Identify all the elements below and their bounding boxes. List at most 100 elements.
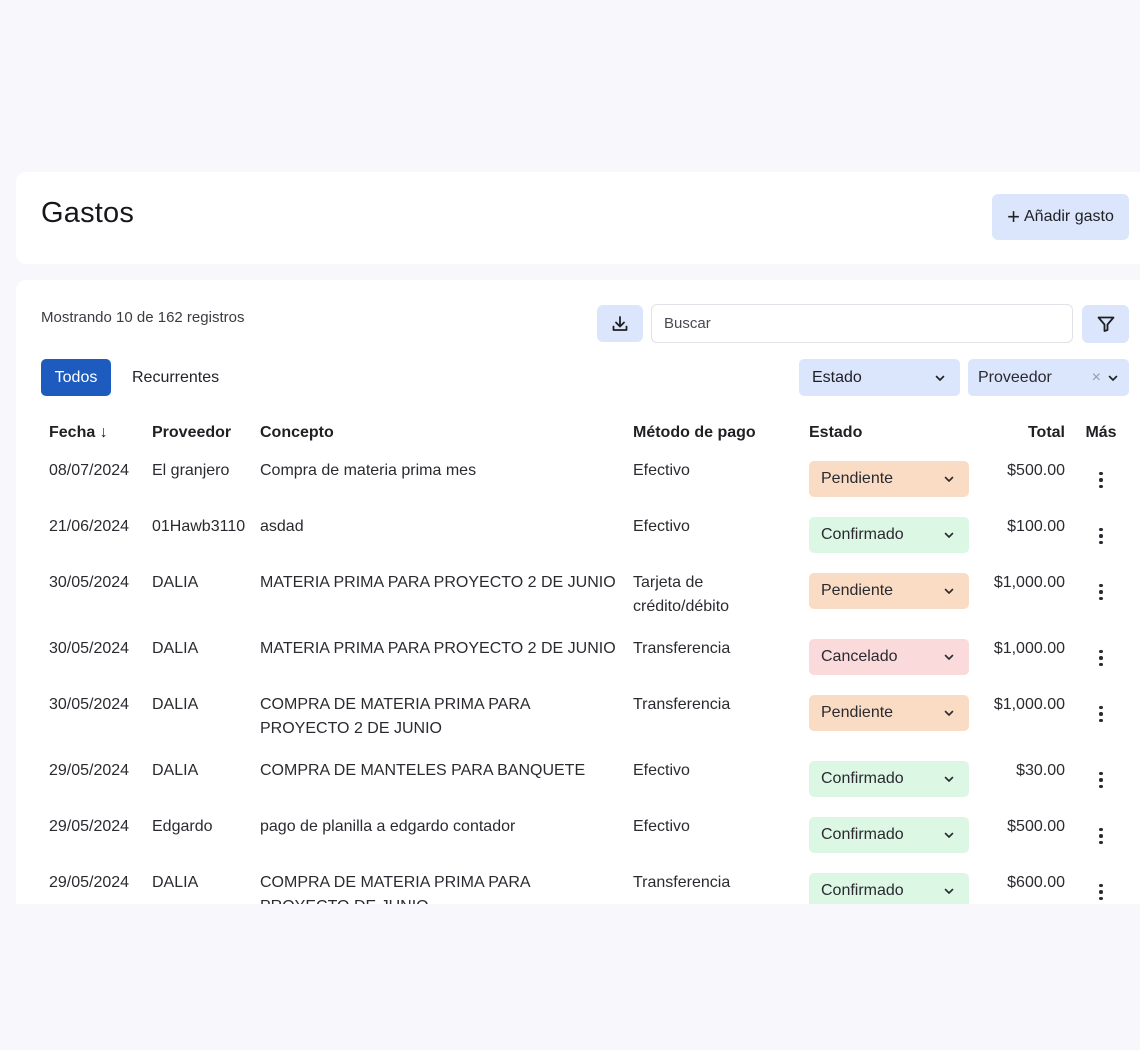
cell-fecha: 08/07/2024 (49, 462, 130, 479)
status-label: Cancelado (821, 648, 898, 665)
chevron-down-icon (944, 588, 954, 594)
cell-metodo: Transferencia (633, 640, 731, 657)
status-select[interactable]: Pendiente (809, 461, 969, 497)
add-expense-label: Añadir gasto (1024, 208, 1114, 225)
cell-estado: Pendiente (801, 450, 977, 506)
column-header-concepto: Concepto (260, 424, 334, 441)
cell-metodo: Efectivo (633, 762, 690, 779)
column-header-total: Total (1027, 424, 1065, 441)
table-row[interactable]: 29/05/2024 DALIA COMPRA DE MATERIA PRIMA P… (41, 862, 1129, 904)
column-header-metodo: Método de pago (633, 424, 756, 441)
search-input[interactable] (651, 304, 1073, 343)
cell-mas (1073, 806, 1129, 862)
cell-metodo: Efectivo (633, 818, 690, 835)
status-select[interactable]: Pendiente (809, 573, 969, 609)
more-options-icon[interactable] (1089, 766, 1113, 794)
table-row[interactable]: 08/07/2024 El granjero Compra de materia p… (41, 450, 1129, 506)
cell-estado: Pendiente (801, 684, 977, 750)
add-expense-button[interactable]: + Añadir gasto (992, 194, 1129, 240)
cell-metodo: Transferencia (633, 696, 731, 713)
cell-concepto: MATERIA PRIMA PARA PROYECTO 2 DE JUNIO (260, 574, 616, 591)
cell-estado: Confirmado (801, 806, 977, 862)
cell-estado: Cancelado (801, 628, 977, 684)
cell-concepto: MATERIA PRIMA PARA PROYECTO 2 DE JUNIO (260, 640, 616, 657)
cell-metodo: Transferencia (633, 874, 731, 891)
chevron-down-icon (935, 375, 945, 381)
cell-fecha: 21/06/2024 (49, 518, 130, 535)
estado-filter-select[interactable]: Estado (799, 359, 960, 396)
status-label: Pendiente (821, 470, 894, 487)
status-select[interactable]: Confirmado (809, 761, 969, 797)
filter-button[interactable] (1082, 305, 1129, 343)
cell-total: $600.00 (1007, 874, 1065, 891)
chevron-down-icon (944, 654, 954, 660)
chevron-down-icon (944, 476, 954, 482)
estado-filter-label: Estado (812, 368, 862, 386)
expenses-table: Fecha ↓ Proveedor Concepto Método de pag… (41, 416, 1129, 904)
cell-concepto: pago de planilla a edgardo contador (260, 818, 516, 835)
more-options-icon[interactable] (1089, 700, 1113, 728)
proveedor-filter-select[interactable]: Proveedor × (968, 359, 1129, 396)
status-select[interactable]: Confirmado (809, 817, 969, 853)
cell-fecha: 30/05/2024 (49, 574, 130, 591)
chevron-down-icon (944, 710, 954, 716)
cell-fecha: 29/05/2024 (49, 874, 130, 891)
records-count: Mostrando 10 de 162 registros (41, 309, 245, 326)
cell-proveedor: El granjero (152, 462, 230, 479)
status-select[interactable]: Confirmado (809, 517, 969, 553)
cell-mas (1073, 684, 1129, 750)
table-row[interactable]: 30/05/2024 DALIA MATERIA PRIMA PARA PROYEC… (41, 628, 1129, 684)
cell-concepto: COMPRA DE MATERIA PRIMA PARA PROYECTO 2 … (260, 696, 530, 737)
cell-proveedor: 01Hawb3110 (152, 518, 246, 535)
download-button[interactable] (597, 305, 643, 342)
tab-recurrentes[interactable]: Recurrentes (122, 359, 229, 396)
column-header-proveedor: Proveedor (152, 424, 232, 441)
chevron-down-icon (1108, 375, 1118, 381)
status-label: Pendiente (821, 704, 894, 721)
cell-concepto: COMPRA DE MATERIA PRIMA PARA PROYECTO DE… (260, 874, 530, 904)
table-row[interactable]: 29/05/2024 DALIA COMPRA DE MANTELES PARA B… (41, 750, 1129, 806)
cell-proveedor: DALIA (152, 574, 199, 591)
cell-proveedor: Edgardo (152, 818, 213, 835)
table-row[interactable]: 30/05/2024 DALIA COMPRA DE MATERIA PRIMA P… (41, 684, 1129, 750)
page-background: Gastos + Añadir gasto Mostrando 10 de 16… (0, 0, 1140, 1050)
status-label: Confirmado (821, 826, 904, 843)
table-row[interactable]: 29/05/2024 Edgardo pago de planilla a edga… (41, 806, 1129, 862)
more-options-icon[interactable] (1089, 578, 1113, 606)
cell-estado: Confirmado (801, 506, 977, 562)
status-select[interactable]: Pendiente (809, 695, 969, 731)
status-label: Confirmado (821, 526, 904, 543)
cell-mas (1073, 862, 1129, 904)
cell-proveedor: DALIA (152, 762, 199, 779)
cell-mas (1073, 506, 1129, 562)
cell-total: $30.00 (1016, 762, 1065, 779)
table-row[interactable]: 21/06/2024 01Hawb3110 asdad Efectivo Confirm… (41, 506, 1129, 562)
column-header-estado: Estado (809, 424, 863, 441)
cell-total: $500.00 (1007, 818, 1065, 835)
more-options-icon[interactable] (1089, 878, 1113, 904)
cell-estado: Confirmado (801, 750, 977, 806)
chevron-down-icon (944, 888, 954, 894)
cell-metodo: Efectivo (633, 518, 690, 535)
clear-icon[interactable]: × (1092, 369, 1101, 387)
more-options-icon[interactable] (1089, 522, 1113, 550)
column-header-fecha[interactable]: Fecha ↓ (41, 416, 144, 450)
expenses-card: Mostrando 10 de 162 registros Todos Recu… (16, 280, 1140, 904)
page-title: Gastos (41, 197, 135, 229)
cell-fecha: 29/05/2024 (49, 762, 130, 779)
tab-todos[interactable]: Todos (41, 359, 111, 396)
chevron-down-icon (944, 832, 954, 838)
table-header-row: Fecha ↓ Proveedor Concepto Método de pag… (41, 416, 1129, 450)
status-select[interactable]: Confirmado (809, 873, 969, 904)
more-options-icon[interactable] (1089, 466, 1113, 494)
chevron-down-icon (944, 776, 954, 782)
proveedor-filter-label: Proveedor (978, 368, 1052, 386)
more-options-icon[interactable] (1089, 644, 1113, 672)
table-row[interactable]: 30/05/2024 DALIA MATERIA PRIMA PARA PROYEC… (41, 562, 1129, 628)
plus-icon: + (1007, 204, 1020, 229)
cell-total: $1,000.00 (993, 640, 1065, 657)
cell-concepto: COMPRA DE MANTELES PARA BANQUETE (260, 762, 586, 779)
more-options-icon[interactable] (1089, 822, 1113, 850)
status-select[interactable]: Cancelado (809, 639, 969, 675)
cell-concepto: asdad (260, 518, 304, 535)
